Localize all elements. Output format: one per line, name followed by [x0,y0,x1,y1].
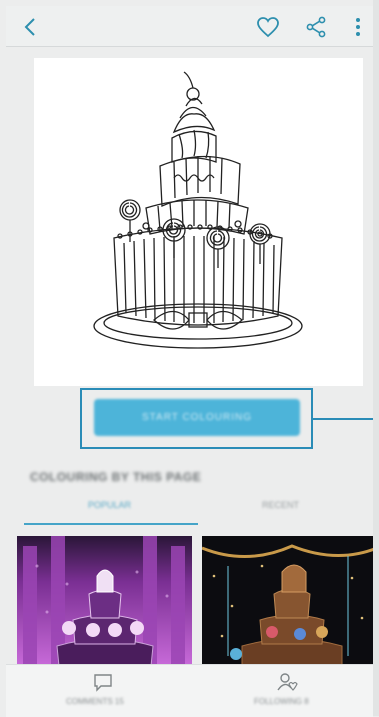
callout-line [313,418,375,420]
comments-label[interactable]: COMMENTS 15 [66,697,124,706]
user-follow-icon[interactable] [276,672,300,692]
heart-icon[interactable] [256,16,280,38]
app-bar [6,6,373,46]
cake-line-art-image [93,71,303,349]
tab-recent[interactable]: RECENT [262,500,299,510]
back-chevron-icon[interactable] [20,16,42,38]
screen-edge [373,0,379,716]
coloring-page-preview[interactable] [34,58,363,386]
purple-cake-artwork [17,536,192,666]
more-vertical-icon[interactable] [350,16,366,38]
bottom-action-bar [6,664,373,717]
share-icon[interactable] [304,16,328,38]
comment-icon[interactable] [92,672,114,692]
app-bar-divider [6,46,373,47]
tab-popular[interactable]: POPULAR [88,500,131,510]
chocolate-cake-artwork [202,536,377,666]
artwork-thumbnail[interactable] [17,536,192,666]
section-title: COLOURING BY THIS PAGE [30,470,202,484]
active-tab-indicator [24,523,198,525]
artwork-thumbnail[interactable] [202,536,377,666]
start-colouring-button[interactable]: START COLOURING [94,399,300,436]
following-label[interactable]: FOLLOWING 8 [254,697,309,706]
